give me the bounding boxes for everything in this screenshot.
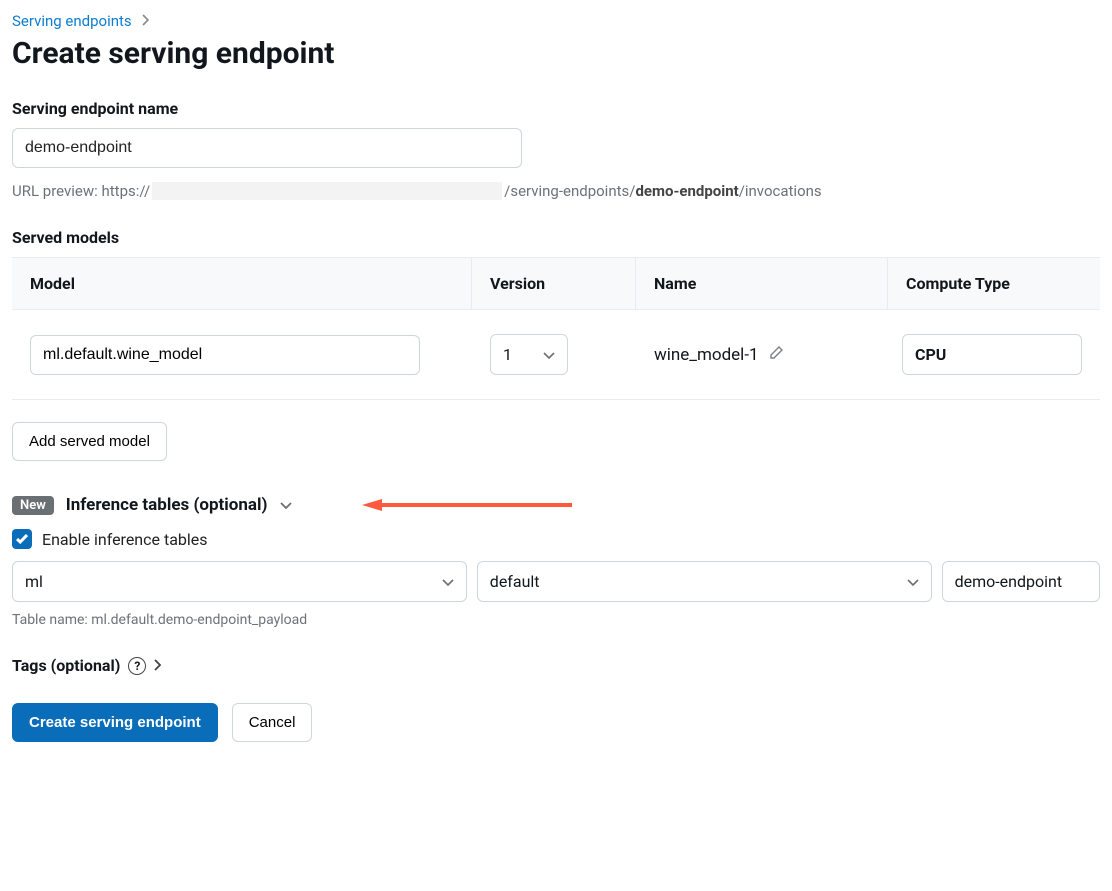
chevron-down-icon xyxy=(280,496,292,514)
add-served-model-button[interactable]: Add served model xyxy=(12,422,167,461)
endpoint-name-input[interactable] xyxy=(12,128,522,168)
served-models-table: Model Version Name Compute Type 1 wine_m… xyxy=(12,257,1100,400)
inference-tables-title: Inference tables (optional) xyxy=(66,495,268,515)
served-name-value: wine_model-1 xyxy=(654,345,759,365)
th-compute: Compute Type xyxy=(888,258,1100,309)
footer-actions: Create serving endpoint Cancel xyxy=(12,703,1100,742)
url-preview-suffix: /invocations xyxy=(739,182,822,200)
table-name-hint: Table name: ml.default.demo-endpoint_pay… xyxy=(12,612,1100,628)
th-version: Version xyxy=(472,258,636,309)
page-title: Create serving endpoint xyxy=(12,36,1100,71)
table-header: Model Version Name Compute Type xyxy=(12,258,1100,310)
chevron-right-icon xyxy=(154,656,162,675)
table-row: 1 wine_model-1 CPU xyxy=(12,310,1100,400)
th-name: Name xyxy=(636,258,888,309)
enable-inference-checkbox-row: Enable inference tables xyxy=(12,529,1100,549)
edit-name-icon[interactable] xyxy=(769,344,785,365)
chevron-down-icon xyxy=(442,572,454,591)
url-preview-prefix: https:// xyxy=(102,182,151,200)
new-badge: New xyxy=(12,496,54,515)
enable-inference-checkbox[interactable] xyxy=(12,529,32,549)
schema-select[interactable]: default xyxy=(477,561,932,602)
endpoint-name-label: Serving endpoint name xyxy=(12,99,1100,118)
th-model: Model xyxy=(12,258,472,309)
help-icon[interactable]: ? xyxy=(128,657,146,675)
cancel-button[interactable]: Cancel xyxy=(232,703,313,742)
model-input[interactable] xyxy=(30,335,420,375)
compute-type-select[interactable]: CPU xyxy=(902,334,1082,375)
chevron-right-icon xyxy=(142,12,150,30)
chevron-down-icon xyxy=(907,572,919,591)
table-name-value: demo-endpoint xyxy=(955,572,1063,591)
url-preview-endpoint: demo-endpoint xyxy=(635,182,738,200)
served-models-label: Served models xyxy=(12,228,1100,247)
breadcrumb: Serving endpoints xyxy=(12,12,1100,30)
table-name-input[interactable]: demo-endpoint xyxy=(942,561,1100,602)
url-preview-redacted-host xyxy=(152,182,502,200)
url-preview-path: /serving-endpoints/ xyxy=(504,182,635,200)
catalog-value: ml xyxy=(25,572,43,591)
create-endpoint-button[interactable]: Create serving endpoint xyxy=(12,703,218,742)
breadcrumb-parent-link[interactable]: Serving endpoints xyxy=(12,12,132,30)
inference-tables-header[interactable]: New Inference tables (optional) xyxy=(12,495,1100,515)
url-preview-label: URL preview: xyxy=(12,182,98,200)
catalog-select[interactable]: ml xyxy=(12,561,467,602)
chevron-down-icon xyxy=(543,345,555,364)
version-select[interactable]: 1 xyxy=(490,334,568,375)
tags-title: Tags (optional) xyxy=(12,656,120,675)
schema-value: default xyxy=(490,572,540,591)
arrow-annotation xyxy=(362,498,572,512)
version-value: 1 xyxy=(503,345,512,364)
url-preview: URL preview: https:// /serving-endpoints… xyxy=(12,182,1100,200)
enable-inference-label: Enable inference tables xyxy=(42,530,208,549)
inference-selects: ml default demo-endpoint xyxy=(12,561,1100,602)
tags-header[interactable]: Tags (optional) ? xyxy=(12,656,1100,675)
compute-type-value: CPU xyxy=(915,345,946,364)
